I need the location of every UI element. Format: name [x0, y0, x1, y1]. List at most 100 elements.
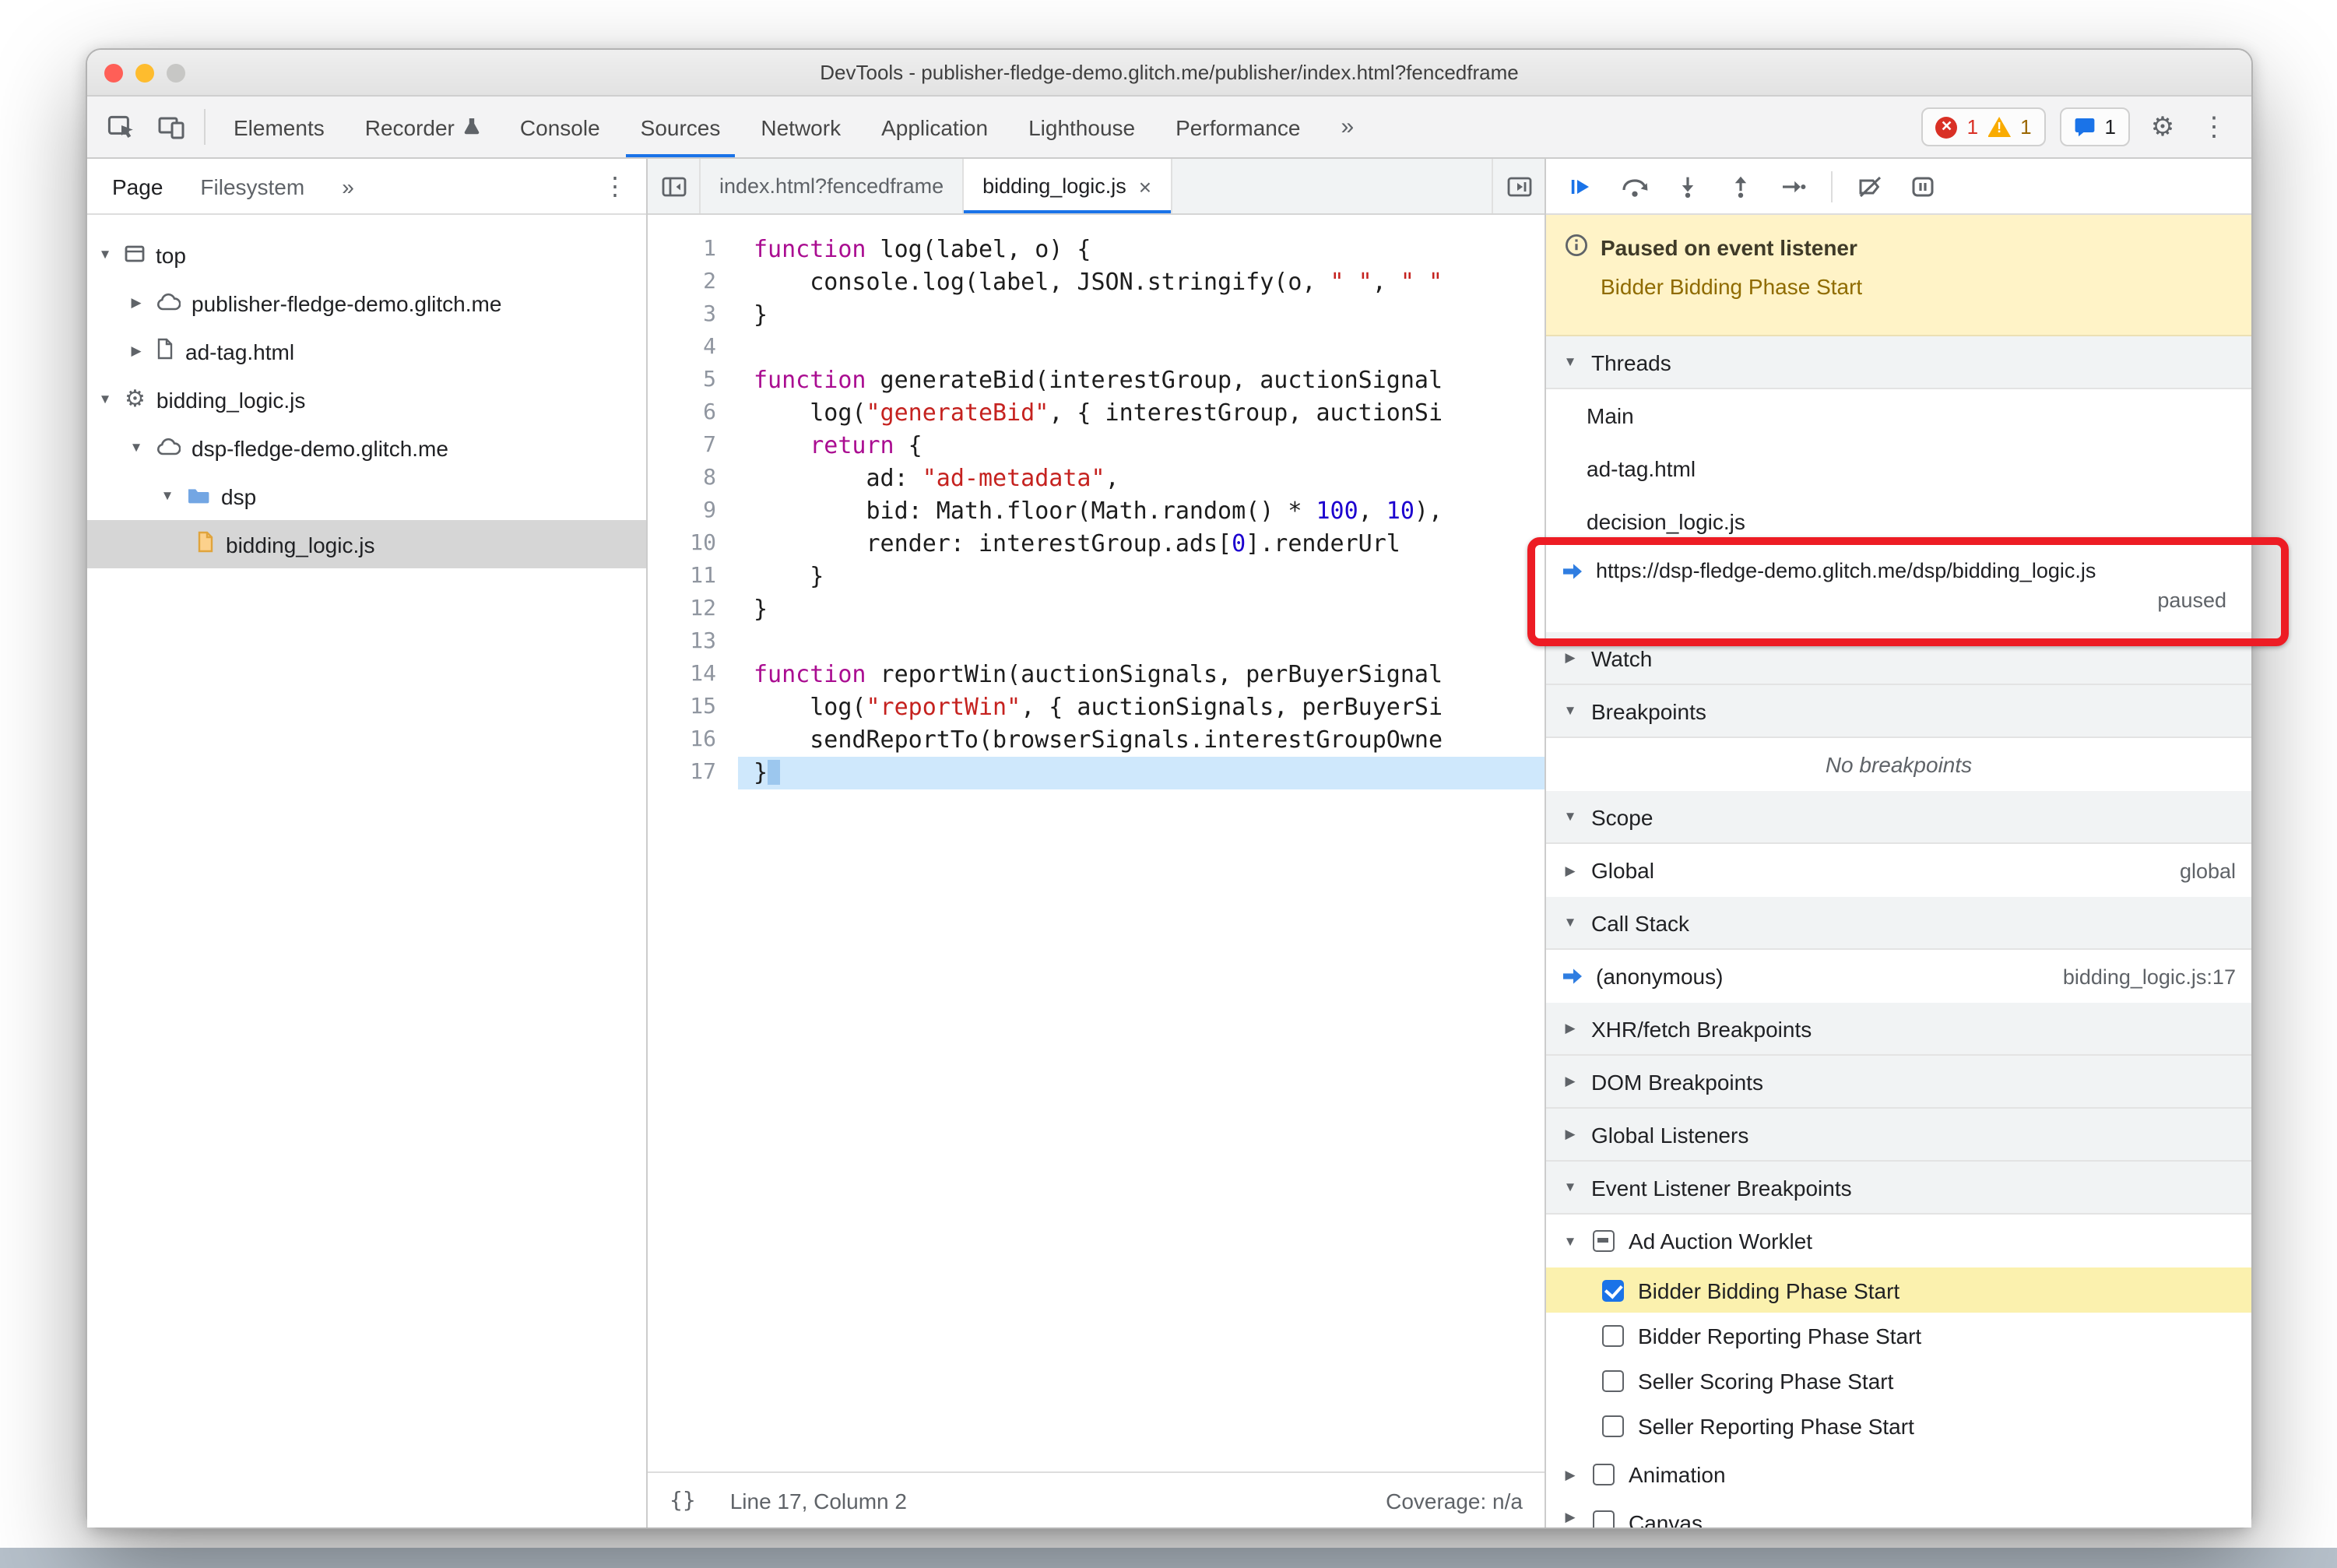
errors-warnings-badge[interactable]: 1 1	[1921, 107, 2046, 146]
code-line[interactable]: 8 ad: "ad-metadata",	[648, 462, 1545, 495]
resume-script-icon[interactable]	[1559, 164, 1605, 208]
close-tab-icon[interactable]: ×	[1139, 174, 1151, 199]
tree-item-ad-tag[interactable]: ▶ ad-tag.html	[87, 327, 646, 375]
elb-item-bidder-reporting-phase-start[interactable]: Bidder Reporting Phase Start	[1546, 1313, 2251, 1358]
code-line[interactable]: 9 bid: Math.floor(Math.random() * 100, 1…	[648, 495, 1545, 528]
chevron-right-icon[interactable]: ▶	[1562, 863, 1579, 877]
code-line[interactable]: 14 function reportWin(auctionSignals, per…	[648, 659, 1545, 691]
device-toolbar-icon[interactable]	[146, 97, 196, 157]
ad-auction-worklet-checkbox[interactable]	[1593, 1230, 1615, 1252]
thread-row-ad-tag[interactable]: ad-tag.html	[1546, 442, 2251, 495]
navigator-more-tabs[interactable]: »	[323, 159, 373, 213]
line-number[interactable]: 6	[648, 397, 738, 430]
window-minimize-button[interactable]	[135, 64, 154, 83]
chevron-down-icon[interactable]: ▼	[97, 248, 114, 262]
tab-network[interactable]: Network	[740, 97, 861, 157]
line-number[interactable]: 7	[648, 430, 738, 462]
section-header-scope[interactable]: ▼ Scope	[1546, 791, 2251, 844]
tab-lighthouse[interactable]: Lighthouse	[1008, 97, 1155, 157]
tab-filesystem[interactable]: Filesystem	[181, 159, 323, 213]
editor-tab-bidding-logic[interactable]: bidding_logic.js ×	[964, 159, 1172, 213]
thread-row-bidding-logic-active[interactable]: https://dsp-fledge-demo.glitch.me/dsp/bi…	[1527, 537, 2289, 646]
kebab-menu-icon[interactable]: ⋮	[2195, 111, 2233, 142]
animation-checkbox[interactable]	[1593, 1464, 1615, 1485]
chevron-right-icon[interactable]: ▶	[1562, 1468, 1579, 1482]
code-line[interactable]: 10 render: interestGroup.ads[0].renderUr…	[648, 528, 1545, 561]
line-number[interactable]: 13	[648, 626, 738, 659]
seller-scoring-checkbox[interactable]	[1602, 1369, 1624, 1391]
section-header-watch[interactable]: ▶ Watch	[1546, 632, 2251, 685]
code-line[interactable]: 15 log("reportWin", { auctionSignals, pe…	[648, 691, 1545, 724]
pretty-print-icon[interactable]: {}	[669, 1488, 696, 1513]
window-close-button[interactable]	[104, 64, 123, 83]
code-line[interactable]: 11 }	[648, 561, 1545, 593]
navigator-kebab-icon[interactable]: ⋮	[603, 171, 646, 202]
step-icon[interactable]	[1770, 164, 1817, 208]
line-number[interactable]: 2	[648, 266, 738, 299]
chevron-down-icon[interactable]: ▼	[1562, 1234, 1579, 1248]
code-line[interactable]: 7 return {	[648, 430, 1545, 462]
tree-item-dsp-origin[interactable]: ▼ dsp-fledge-demo.glitch.me	[87, 424, 646, 472]
more-tabs-button[interactable]: »	[1320, 97, 1374, 157]
elb-group-ad-auction-worklet[interactable]: ▼ Ad Auction Worklet	[1546, 1215, 2251, 1267]
code-line[interactable]: 5 function generateBid(interestGroup, auc…	[648, 364, 1545, 397]
code-line[interactable]: 16 sendReportTo(browserSignals.interestG…	[648, 724, 1545, 757]
chevron-right-icon[interactable]: ▶	[128, 344, 145, 358]
elb-group-animation[interactable]: ▶ Animation	[1546, 1448, 2251, 1501]
inspect-element-icon[interactable]	[97, 97, 146, 157]
step-out-icon[interactable]	[1717, 164, 1764, 208]
section-header-threads[interactable]: ▼ Threads	[1546, 336, 2251, 389]
section-header-xhr-breakpoints[interactable]: ▶ XHR/fetch Breakpoints	[1546, 1003, 2251, 1056]
code-line[interactable]: 6 log("generateBid", { interestGroup, au…	[648, 397, 1545, 430]
deactivate-breakpoints-icon[interactable]	[1847, 164, 1893, 208]
elb-group-canvas[interactable]: ▶ Canvas	[1546, 1501, 2251, 1528]
line-number[interactable]: 1	[648, 234, 738, 266]
tab-performance[interactable]: Performance	[1155, 97, 1320, 157]
toggle-navigator-icon[interactable]	[648, 159, 701, 213]
code-line[interactable]: 3}	[648, 299, 1545, 332]
seller-reporting-checkbox[interactable]	[1602, 1415, 1624, 1436]
step-over-icon[interactable]	[1611, 164, 1658, 208]
code-line[interactable]: 2 console.log(label, JSON.stringify(o, "…	[648, 266, 1545, 299]
scope-row-global[interactable]: ▶ Global global	[1546, 844, 2251, 897]
tab-application[interactable]: Application	[861, 97, 1008, 157]
tab-elements[interactable]: Elements	[213, 97, 345, 157]
bidder-bidding-checkbox[interactable]	[1602, 1279, 1624, 1301]
chevron-down-icon[interactable]: ▼	[159, 489, 176, 503]
elb-item-bidder-bidding-phase-start[interactable]: Bidder Bidding Phase Start	[1546, 1267, 2251, 1313]
tab-console[interactable]: Console	[500, 97, 620, 157]
chevron-down-icon[interactable]: ▼	[97, 392, 114, 406]
line-number[interactable]: 10	[648, 528, 738, 561]
canvas-checkbox[interactable]	[1593, 1510, 1615, 1528]
line-number[interactable]: 9	[648, 495, 738, 528]
window-zoom-button[interactable]	[167, 64, 185, 83]
pause-on-exceptions-icon[interactable]	[1899, 164, 1946, 208]
editor-tab-index[interactable]: index.html?fencedframe	[701, 159, 965, 213]
code-line[interactable]: 4	[648, 332, 1545, 364]
line-number[interactable]: 16	[648, 724, 738, 757]
code-line[interactable]: 17}	[648, 757, 1545, 789]
settings-gear-icon[interactable]: ⚙	[2144, 111, 2181, 142]
line-number[interactable]: 4	[648, 332, 738, 364]
code-editor[interactable]: 1 function log(label, o) {2 console.log(l…	[648, 215, 1545, 1471]
call-stack-frame[interactable]: (anonymous) bidding_logic.js:17	[1546, 950, 2251, 1003]
code-line[interactable]: 12}	[648, 593, 1545, 626]
thread-row-main[interactable]: Main	[1546, 389, 2251, 442]
code-line[interactable]: 13	[648, 626, 1545, 659]
section-header-breakpoints[interactable]: ▼ Breakpoints	[1546, 685, 2251, 738]
thread-row-decision-logic[interactable]: decision_logic.js	[1546, 495, 2251, 548]
line-number[interactable]: 3	[648, 299, 738, 332]
issues-badge[interactable]: 1	[2059, 107, 2130, 146]
line-number[interactable]: 15	[648, 691, 738, 724]
section-header-global-listeners[interactable]: ▶ Global Listeners	[1546, 1109, 2251, 1162]
section-header-event-listener-breakpoints[interactable]: ▼ Event Listener Breakpoints	[1546, 1162, 2251, 1215]
tree-item-worklet[interactable]: ▼ ⚙ bidding_logic.js	[87, 375, 646, 424]
line-number[interactable]: 11	[648, 561, 738, 593]
line-number[interactable]: 8	[648, 462, 738, 495]
bidder-reporting-checkbox[interactable]	[1602, 1324, 1624, 1346]
line-number[interactable]: 14	[648, 659, 738, 691]
elb-item-seller-scoring-phase-start[interactable]: Seller Scoring Phase Start	[1546, 1358, 2251, 1403]
line-number[interactable]: 12	[648, 593, 738, 626]
section-header-dom-breakpoints[interactable]: ▶ DOM Breakpoints	[1546, 1056, 2251, 1109]
open-file-navigation-icon[interactable]	[1492, 159, 1545, 213]
